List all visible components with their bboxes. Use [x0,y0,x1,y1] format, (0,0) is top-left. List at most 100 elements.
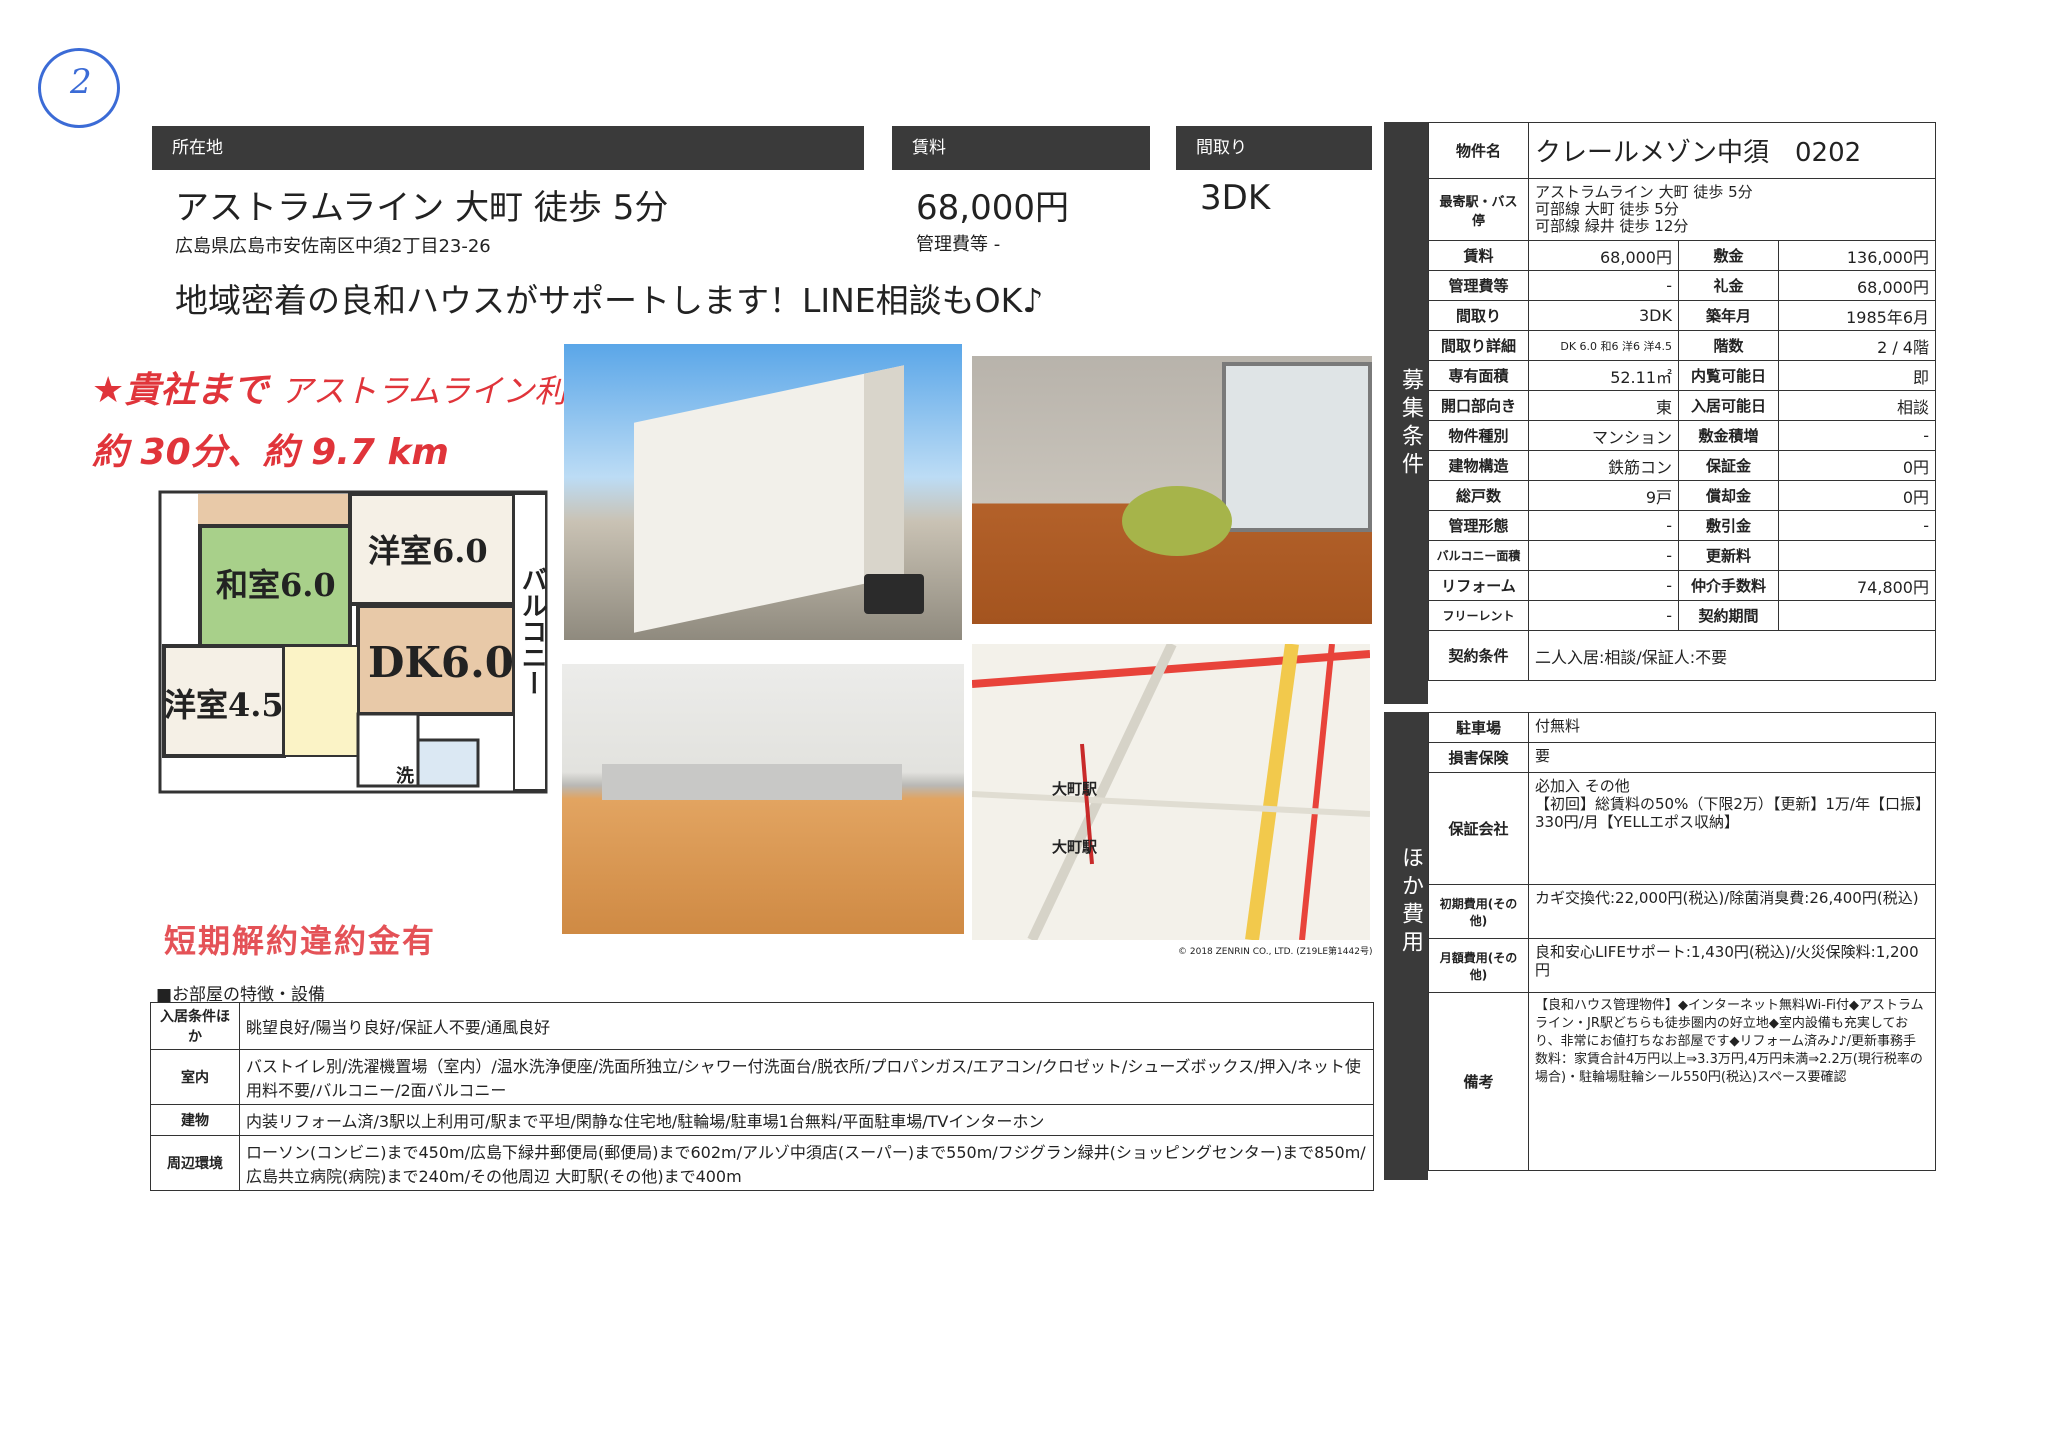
summary-address: 広島県広島市安佐南区中須2丁目23-26 [175,236,491,257]
costs-value: 要 [1528,742,1936,773]
terms-value [1778,600,1936,631]
summary-rent: 68,000円 [916,188,1069,228]
terms-value: DK 6.0 和6 洋6 洋4.5 [1528,330,1679,361]
handwritten-line2: 約 30分、約 9.7 km [92,432,449,473]
terms-label: 間取り [1428,300,1529,331]
contract-label: 契約条件 [1428,630,1529,681]
terms-row: 物件種別 マンション 敷金積増 - [1428,420,1936,451]
terms-row: 総戸数 9戸 償却金 0円 [1428,480,1936,511]
map-station-2: 大町駅 [1052,838,1098,856]
terms-label: 管理形態 [1428,510,1529,541]
terms-value: - [1528,510,1679,541]
kitchen-photo [562,664,964,934]
room-washitsu: 和室6.0 [216,566,336,604]
costs-side-label: ほか費用 [1398,846,1423,958]
costs-label: 備考 [1428,992,1529,1171]
terms-table: 物件名 クレールメゾン中須 0202 最寄駅・バス停 アストラムライン 大町 徒… [1428,122,1936,681]
terms-value: - [1528,570,1679,601]
station-line: 可部線 大町 徒歩 5分 [1535,200,1679,218]
terms-label: リフォーム [1428,570,1529,601]
terms-value: - [1528,600,1679,631]
terms-value: 相談 [1778,390,1936,421]
penalty-stamp: 短期解約違約金有 [164,922,437,960]
costs-row: 備考 【良和ハウス管理物件】◆インターネット無料Wi-Fi付◆アストラムライン・J… [1428,992,1936,1171]
terms-value: 0円 [1778,450,1936,481]
terms-label: フリーレント [1428,600,1529,631]
terms-label: 礼金 [1678,270,1779,301]
handwritten-line1a: ★貴社まで [92,370,269,411]
building-photo [564,344,962,640]
terms-label: 敷金 [1678,240,1779,271]
features-row: 周辺環境 ローソン(コンビニ)まで450m/広島下緑井郵便局(郵便局)まで602m… [150,1135,1374,1191]
room-dk: DK6.0 [368,638,514,687]
costs-label: 保証会社 [1428,772,1529,885]
terms-label: バルコニー面積 [1428,540,1529,571]
rent-header: 賃料 [892,126,1150,170]
terms-value: 鉄筋コン [1528,450,1679,481]
terms-value: - [1528,540,1679,571]
terms-row: 管理費等 - 礼金 68,000円 [1428,270,1936,301]
costs-label: 初期費用(その他) [1428,884,1529,939]
features-table: 入居条件ほか 眺望良好/陽当り良好/保証人不要/通風良好 室内 バストイレ別/洗濯機置… [150,1002,1374,1191]
page-number: 2 [70,62,92,102]
nearest-station-value: アストラムライン 大町 徒歩 5分 可部線 大町 徒歩 5分 可部線 緑井 徒歩… [1528,178,1936,241]
station-line: 可部線 緑井 徒歩 12分 [1535,217,1689,235]
costs-value: 付無料 [1528,712,1936,743]
property-name-label: 物件名 [1428,122,1529,179]
features-row-value: バストイレ別/洗濯機置場（室内）/温水洗浄便座/洗面所独立/シャワー付洗面台/脱… [239,1049,1374,1105]
terms-value: 東 [1528,390,1679,421]
terms-value: 即 [1778,360,1936,391]
costs-table: 駐車場 付無料 損害保険要保証会社 必加入 その他 【初回】総賃料の50%（下限2万）… [1428,712,1936,1171]
terms-side-label: 募集条件 [1398,368,1423,480]
terms-label: 管理費等 [1428,270,1529,301]
map-station-1: 大町駅 [1052,780,1098,798]
features-row: 入居条件ほか 眺望良好/陽当り良好/保証人不要/通風良好 [150,1002,1374,1050]
terms-label: 間取り詳細 [1428,330,1529,361]
terms-label: 階数 [1678,330,1779,361]
costs-value: カギ交換代:22,000円(税込)/除菌消臭費:26,400円(税込) [1528,884,1936,939]
costs-row: 保証会社 必加入 その他 【初回】総賃料の50%（下限2万）【更新】1万/年【口振… [1428,772,1936,885]
laundry-label: 洗 [396,766,414,787]
nearest-station-label: 最寄駅・バス停 [1428,178,1529,241]
handwritten-line1b: アストラムライン利用 [280,372,599,410]
terms-row: 開口部向き東入居可能日 相談 [1428,390,1936,421]
terms-value [1778,540,1936,571]
terms-row: 間取り詳細 DK 6.0 和6 洋6 洋4.5 階数 2 / 4階 [1428,330,1936,361]
features-row: 室内 バストイレ別/洗濯機置場（室内）/温水洗浄便座/洗面所独立/シャワー付洗面台… [150,1049,1374,1105]
station-line: アストラムライン 大町 徒歩 5分 [1535,183,1753,201]
contract-value: 二人入居:相談/保証人:不要 [1528,630,1936,681]
location-header: 所在地 [152,126,864,170]
costs-row: 月額費用(その他) 良和安心LIFEサポート:1,430円(税込)/火災保険料:1… [1428,938,1936,993]
handwritten-note: ★貴社まで アストラムライン利用 約 30分、約 9.7 km [92,360,598,484]
room-yoshitsu-6: 洋室6.0 [368,532,488,570]
costs-label: 駐車場 [1428,712,1529,743]
terms-value: 68,000円 [1778,270,1936,301]
terms-label: 築年月 [1678,300,1779,331]
terms-label: 総戸数 [1428,480,1529,511]
terms-row: バルコニー面積 - 更新料 [1428,540,1936,571]
terms-label: 更新料 [1678,540,1779,571]
terms-label: 契約期間 [1678,600,1779,631]
costs-value: 【良和ハウス管理物件】◆インターネット無料Wi-Fi付◆アストラムライン・JR駅… [1528,992,1936,1171]
contract-row: 契約条件 二人入居:相談/保証人:不要 [1428,630,1936,681]
map-drawing [972,644,1370,940]
costs-value: 必加入 その他 【初回】総賃料の50%（下限2万）【更新】1万/年【口振】330… [1528,772,1936,885]
costs-row: 損害保険要 [1428,742,1936,773]
terms-value: - [1778,420,1936,451]
property-name: クレールメゾン中須 0202 [1528,122,1936,179]
terms-value: マンション [1528,420,1679,451]
costs-value: 良和安心LIFEサポート:1,430円(税込)/火災保険料:1,200円 [1528,938,1936,993]
terms-label: 専有面積 [1428,360,1529,391]
features-row-label: 周辺環境 [150,1135,240,1191]
terms-label: 敷金積増 [1678,420,1779,451]
room-photo [972,356,1372,624]
costs-row: 初期費用(その他) カギ交換代:22,000円(税込)/除菌消臭費:26,400円… [1428,884,1936,939]
features-row-value: 内装リフォーム済/3駅以上利用可/駅まで平坦/閑静な住宅地/駐輪場/駐車場1台無… [239,1104,1374,1136]
features-row-value: 眺望良好/陽当り良好/保証人不要/通風良好 [239,1002,1374,1050]
features-row-label: 建物 [150,1104,240,1136]
terms-label: 賃料 [1428,240,1529,271]
terms-value: - [1778,510,1936,541]
terms-row: 建物構造 鉄筋コン 保証金 0円 [1428,450,1936,481]
terms-row: 間取り 3DK 築年月 1985年6月 [1428,300,1936,331]
features-row: 建物 内装リフォーム済/3駅以上利用可/駅まで平坦/閑静な住宅地/駐輪場/駐車場1… [150,1104,1374,1136]
